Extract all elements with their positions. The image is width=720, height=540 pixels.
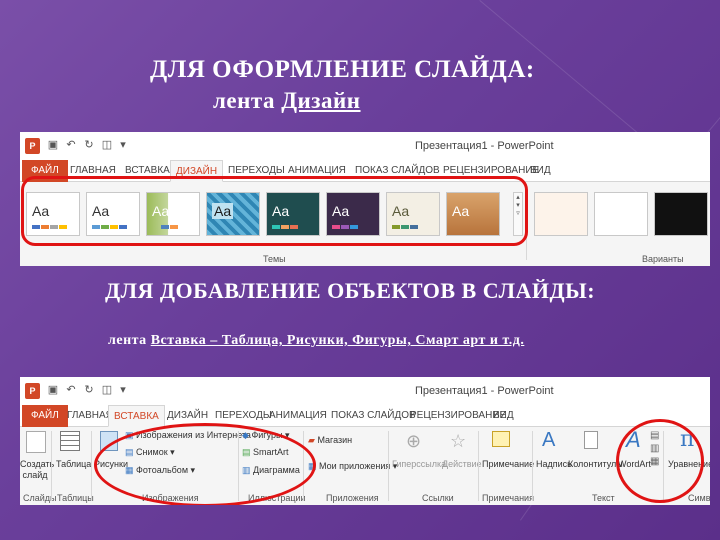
variant-1[interactable] — [534, 192, 588, 236]
undo-icon[interactable]: ↶ — [64, 383, 78, 397]
group-label-comments: Примечания — [482, 493, 534, 503]
start-slideshow-icon[interactable]: ◫ — [100, 138, 114, 152]
subtitle-link-insert: Вставка – Таблица, Рисунки, Фигуры, Смар… — [150, 333, 525, 348]
subtitle-link-design: Дизайн — [281, 88, 361, 113]
group-separator — [51, 431, 52, 501]
slide-subtitle-insert: лента Вставка – Таблица, Рисунки, Фигуры… — [108, 333, 524, 349]
customize-qat-icon[interactable]: ▾ — [116, 138, 130, 152]
action-button[interactable]: Действие — [442, 459, 482, 469]
window-title: Презентация1 - PowerPoint — [415, 385, 554, 397]
my-apps-button[interactable]: ▦ Мои приложения ▾ — [308, 461, 397, 472]
store-label: Магазин — [317, 435, 353, 445]
group-separator — [478, 431, 479, 501]
insert-ribbon-screenshot: P ▣ ↶ ↻ ◫ ▾ Презентация1 - PowerPoint ФА… — [20, 377, 710, 505]
table-icon — [60, 431, 80, 451]
group-label-themes: Темы — [263, 254, 286, 264]
slide-title-design: ДЛЯ ОФОРМЛЕНИЕ СЛАЙДА: — [150, 56, 535, 83]
group-separator — [388, 431, 389, 501]
subtitle-prefix: лента — [108, 333, 151, 348]
tab-file[interactable]: ФАЙЛ — [22, 405, 68, 427]
design-ribbon-screenshot: P ▣ ↶ ↻ ◫ ▾ Презентация1 - PowerPoint ФА… — [20, 132, 710, 266]
new-slide-button[interactable]: Создать слайд — [20, 459, 54, 481]
hyperlink-button[interactable]: Гиперссылка — [392, 459, 446, 469]
undo-icon[interactable]: ↶ — [64, 138, 78, 152]
highlight-themes-ellipse — [21, 176, 528, 246]
start-slideshow-icon[interactable]: ◫ — [100, 383, 114, 397]
header-footer-icon — [584, 431, 598, 449]
powerpoint-logo-icon: P — [25, 383, 40, 399]
save-icon[interactable]: ▣ — [46, 383, 60, 397]
highlight-images-ellipse — [94, 423, 316, 505]
quick-access-toolbar: P ▣ ↶ ↻ ◫ ▾ Презентация1 - PowerPoint — [20, 132, 710, 160]
header-footer-button[interactable]: Колонтитулы — [568, 459, 623, 469]
slide-subtitle-design: лента Дизайн — [213, 88, 361, 114]
variant-3[interactable] — [654, 192, 708, 236]
group-label-links: Ссылки — [422, 493, 454, 503]
table-button[interactable]: Таблица — [56, 459, 91, 469]
tab-view[interactable]: ВИД — [525, 160, 556, 182]
redo-icon[interactable]: ↻ — [82, 138, 96, 152]
textbox-button[interactable]: Надпись — [536, 459, 572, 469]
comment-icon — [492, 431, 510, 447]
group-label-variants: Варианты — [642, 254, 684, 264]
group-label-apps: Приложения — [326, 493, 379, 503]
tab-animations[interactable]: АНИМАЦИЯ — [264, 405, 332, 427]
ribbon-tabs: ФАЙЛ ГЛАВНАЯ ВСТАВКА ДИЗАЙН ПЕРЕХОДЫ АНИ… — [20, 405, 710, 427]
tab-insert[interactable]: ВСТАВКА — [108, 405, 165, 427]
store-icon: ▰ — [308, 435, 315, 445]
powerpoint-logo-icon: P — [25, 138, 40, 154]
group-separator — [532, 431, 533, 501]
customize-qat-icon[interactable]: ▾ — [116, 383, 130, 397]
group-label-symbols: Симво — [688, 493, 710, 503]
hyperlink-icon: ⊕ — [406, 431, 422, 451]
highlight-wordart-ellipse — [616, 419, 704, 503]
my-apps-label: Мои приложения — [319, 461, 391, 471]
new-slide-icon — [26, 431, 46, 453]
action-icon: ☆ — [450, 431, 467, 451]
redo-icon[interactable]: ↻ — [82, 383, 96, 397]
group-separator — [91, 431, 92, 501]
textbox-icon: A — [542, 429, 556, 451]
quick-access-toolbar: P ▣ ↶ ↻ ◫ ▾ Презентация1 - PowerPoint — [20, 377, 710, 405]
group-label-tables: Таблицы — [57, 493, 94, 503]
save-icon[interactable]: ▣ — [46, 138, 60, 152]
subtitle-prefix: лента — [213, 88, 282, 113]
slide-title-insert: ДЛЯ ДОБАВЛЕНИЕ ОБЪЕКТОВ В СЛАЙДЫ: — [105, 278, 596, 303]
variant-2[interactable] — [594, 192, 648, 236]
store-button[interactable]: ▰ Магазин — [308, 435, 352, 446]
window-title: Презентация1 - PowerPoint — [415, 140, 554, 152]
comment-button[interactable]: Примечание — [482, 459, 534, 469]
tab-view[interactable]: ВИД — [488, 405, 519, 427]
group-label-text: Текст — [592, 493, 615, 503]
